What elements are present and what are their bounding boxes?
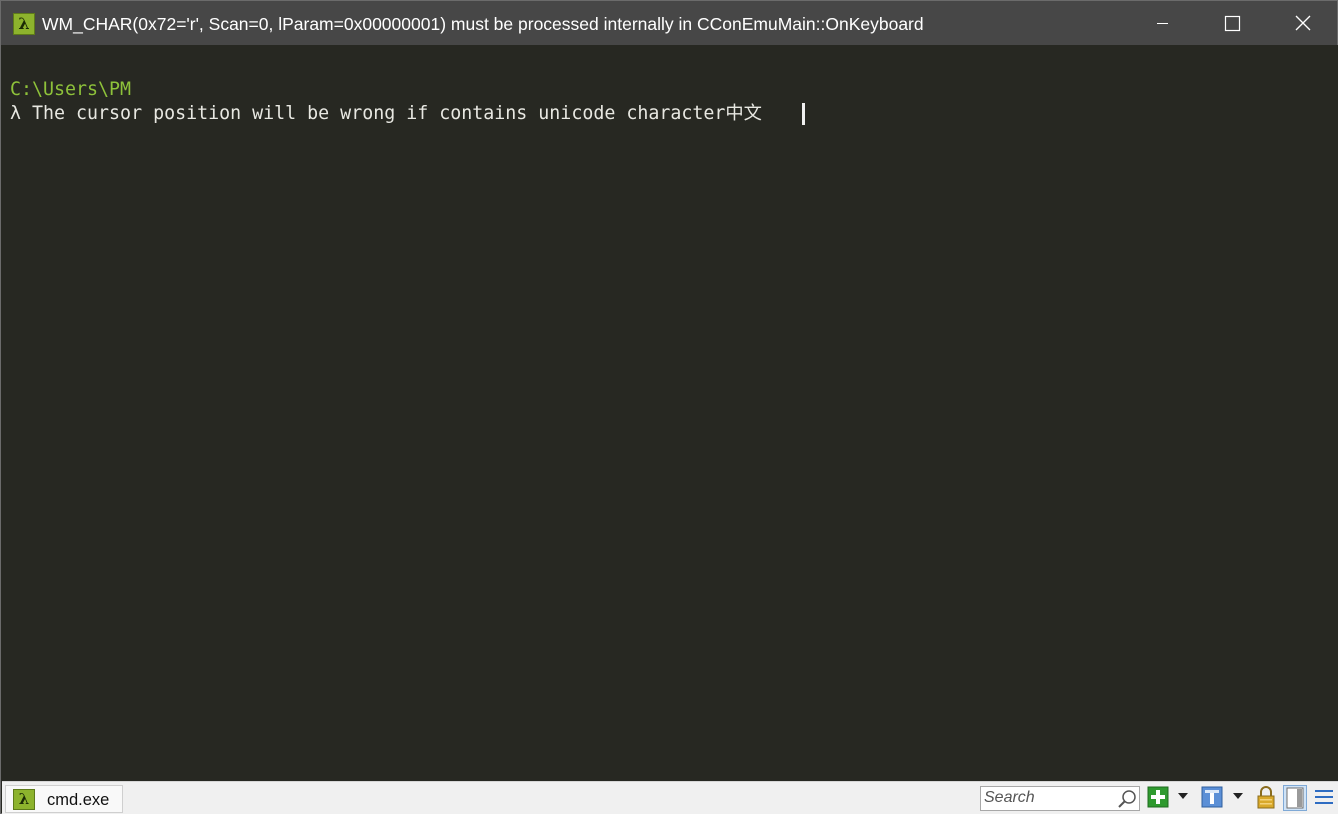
search-icon[interactable] (1117, 789, 1137, 809)
dropdown-arrow-icon[interactable] (1176, 792, 1190, 802)
split-view-icon[interactable] (1283, 785, 1307, 811)
search-box[interactable] (980, 786, 1140, 811)
new-console-icon[interactable] (1147, 786, 1169, 808)
close-icon (1295, 15, 1311, 31)
close-button[interactable] (1267, 1, 1337, 45)
conemu-window: λ WM_CHAR(0x72='r', Scan=0, lParam=0x000… (0, 0, 1338, 814)
prompt-path: C:\Users\PM (10, 79, 132, 100)
tab-label: cmd.exe (47, 791, 110, 809)
window-title: WM_CHAR(0x72='r', Scan=0, lParam=0x00000… (42, 14, 924, 34)
search-input[interactable] (984, 788, 1114, 808)
maximize-icon (1224, 15, 1241, 32)
dropdown-arrow-icon[interactable] (1231, 792, 1245, 802)
lock-icon[interactable] (1255, 786, 1277, 810)
text-cursor (802, 103, 805, 125)
tab-cmd[interactable]: λ cmd.exe (5, 785, 123, 813)
paste-icon[interactable] (1201, 786, 1223, 808)
minimize-button[interactable] (1127, 1, 1197, 45)
menu-icon[interactable] (1313, 786, 1335, 808)
title-bar[interactable]: λ WM_CHAR(0x72='r', Scan=0, lParam=0x000… (1, 1, 1337, 45)
maximize-button[interactable] (1197, 1, 1267, 45)
command-line: λ The cursor position will be wrong if c… (10, 103, 762, 124)
lambda-tab-icon: λ (13, 789, 35, 810)
status-bar: λ cmd.exe (2, 781, 1338, 814)
console-area[interactable]: C:\Users\PM λ The cursor position will b… (2, 45, 1338, 781)
lambda-app-icon[interactable]: λ (13, 13, 35, 35)
minimize-icon (1157, 23, 1168, 24)
